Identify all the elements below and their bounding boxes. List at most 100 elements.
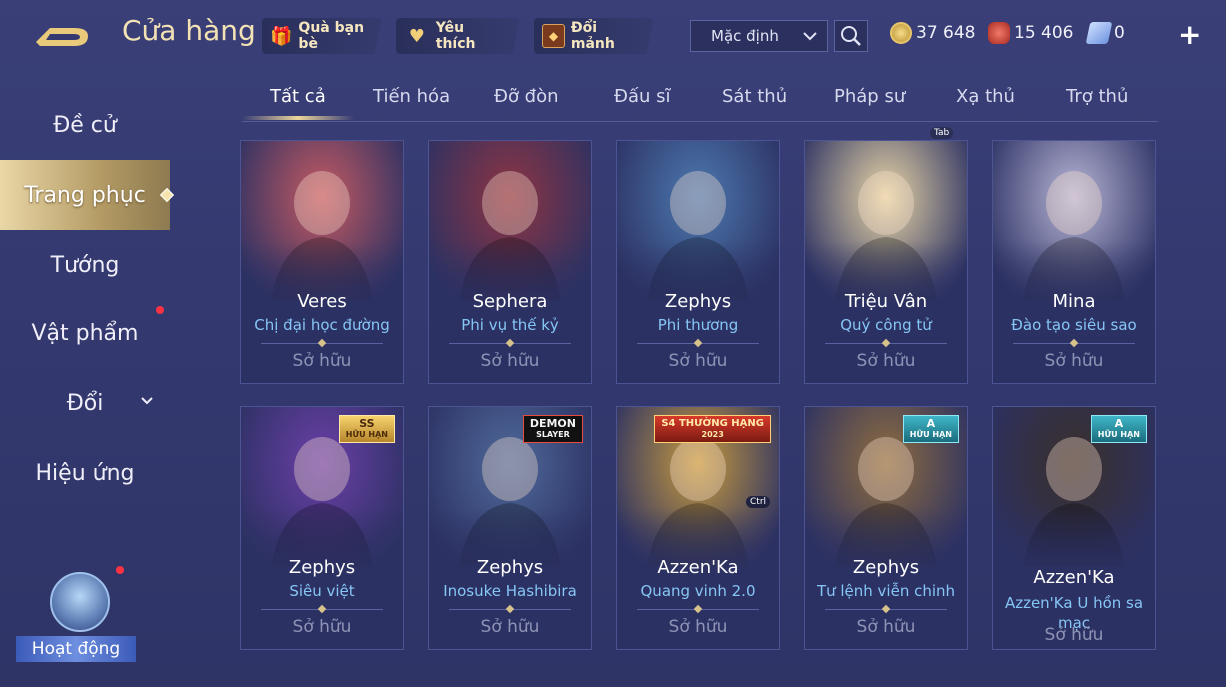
tab-fighter[interactable]: Đấu sĩ [614,86,671,107]
sidebar-item-label: Vật phẩm [31,320,139,346]
skin-card[interactable]: Zephys Phi thương Sở hữu [616,140,780,384]
sidebar-item-items[interactable]: Vật phẩm [0,298,170,368]
skin-card[interactable]: Sephera Phi vụ thế kỷ Sở hữu [428,140,592,384]
skin-grid: Veres Chị đại học đường Sở hữu Sephera Phi v… [240,140,1160,687]
gift-icon: 🎁 [270,25,293,47]
sidebar-item-featured[interactable]: Đề cử [0,90,170,160]
search-button[interactable] [834,20,868,52]
badge-line: SLAYER [536,430,570,439]
skin-name: Chị đại học đường [254,316,390,334]
search-icon [841,26,861,46]
skin-card[interactable]: A HỮU HẠN Zephys Tư lệnh viễn chinh Sở hữu [804,406,968,650]
ownership-status: Sở hữu [1044,625,1104,645]
voucher-card-icon [1085,22,1113,44]
tab-evolution[interactable]: Tiến hóa [373,86,450,107]
ruby-gem-icon [988,22,1010,44]
card-divider [261,343,383,344]
skin-name: Phi vụ thế kỷ [461,316,559,334]
card-divider [637,609,759,610]
favorites-button[interactable]: ♥ Yêu thích [396,18,520,54]
skin-name: Inosuke Hashibira [443,582,577,600]
badge-line: A [926,417,936,430]
notification-dot [156,306,164,314]
sidebar-item-effects[interactable]: Hiệu ứng [0,438,170,508]
skin-name: Quang vinh 2.0 [640,582,756,600]
friend-gifts-button[interactable]: 🎁 Quà bạn bè [262,18,382,54]
hero-name: Zephys [664,291,732,312]
skin-tier-badge: A HỮU HẠN [902,415,959,443]
skin-card[interactable]: Veres Chị đại học đường Sở hữu [240,140,404,384]
card-divider [449,343,571,344]
skin-card[interactable]: Mina Đào tạo siêu sao Sở hữu [992,140,1156,384]
ownership-status: Sở hữu [668,351,728,371]
active-diamond-icon [159,187,175,203]
tab-support[interactable]: Trợ thủ [1066,86,1128,107]
skin-name: Đào tạo siêu sao [1011,316,1137,334]
tab-assassin[interactable]: Sát thủ [722,86,787,107]
sidebar-item-label: Đổi [66,390,104,416]
page-title: Cửa hàng [122,14,256,47]
skin-name: Siêu việt [289,582,355,600]
ownership-status: Sở hữu [856,351,916,371]
card-divider [825,609,947,610]
ownership-status: Sở hữu [292,617,352,637]
sidebar-item-label: Trang phục [24,182,146,208]
skin-name: Phi thương [657,316,739,334]
hero-name: Zephys [288,557,356,578]
skin-tier-badge: A HỮU HẠN [1090,415,1147,443]
ownership-status: Sở hữu [668,617,728,637]
tab-all[interactable]: Tất cả [270,86,326,107]
skin-card[interactable]: S4 THƯỜNG HẠNG 2023 Azzen'Ka Quang vinh 2.0… [616,406,780,650]
sidebar-item-label: Hiệu ứng [35,460,135,486]
sidebar-item-skins[interactable]: Trang phục [0,160,175,230]
tab-marksman[interactable]: Xạ thủ [956,86,1015,107]
ownership-status: Sở hữu [1044,351,1104,371]
gold-currency: 37 648 [890,22,975,44]
sidebar-item-label: Đề cử [53,112,117,138]
skin-card[interactable]: A HỮU HẠN Azzen'Ka Azzen'Ka U hồn sa mạc Sở … [992,406,1156,650]
add-currency-button[interactable]: + [1178,18,1201,51]
notification-dot [116,566,124,574]
chevron-down-icon [140,394,154,412]
activity-button[interactable]: Hoạt động [16,566,136,664]
hero-name: Zephys [476,557,544,578]
sidebar-item-exchange[interactable]: Đổi [0,368,170,438]
ownership-status: Sở hữu [480,351,540,371]
skin-tier-badge: DEMON SLAYER [522,415,583,443]
sort-selected-value: Mặc định [711,27,779,45]
hero-name: Sephera [472,291,548,312]
badge-line: HỮU HẠN [909,430,952,439]
tab-mage[interactable]: Pháp sư [834,86,905,107]
hero-name: Zephys [852,557,920,578]
sidebar-item-label: Tướng [50,252,120,278]
ruby-currency: 15 406 [988,22,1073,44]
tab-tank[interactable]: Đỡ đòn [494,86,559,107]
voucher-amount: 0 [1114,23,1125,43]
skin-name: Quý công tử [840,316,932,334]
skin-card[interactable]: Triệu Vân Quý công tử Sở hữu [804,140,968,384]
card-divider [825,343,947,344]
voucher-currency: 0 [1085,22,1125,44]
ownership-status: Sở hữu [480,617,540,637]
badge-line: S4 THƯỜNG HẠNG [661,418,764,429]
exchange-shards-button[interactable]: ◆ Đổi mảnh [534,18,654,54]
tab-key-hint: Tab [930,127,954,139]
skin-card[interactable]: DEMON SLAYER Zephys Inosuke Hashibira Sở hữu [428,406,592,650]
badge-line: 2023 [701,430,724,439]
sidebar-item-heroes[interactable]: Tướng [0,230,170,300]
hero-name: Triệu Vân [844,291,928,312]
gold-amount: 37 648 [916,23,976,43]
friend-gifts-label: Quà bạn bè [298,20,365,52]
hero-name: Veres [297,291,347,312]
skin-card[interactable]: SS HỮU HẠN Zephys Siêu việt Sở hữu [240,406,404,650]
ctrl-key-hint: Ctrl [746,496,771,508]
card-divider [449,609,571,610]
card-divider [261,609,383,610]
back-button[interactable] [30,18,94,52]
sort-dropdown[interactable]: Mặc định [690,20,828,52]
hero-name: Azzen'Ka [657,557,739,578]
card-divider [1013,343,1135,344]
skin-tier-badge: SS HỮU HẠN [338,415,395,443]
category-tabs: Tất cả Tiến hóa Đỡ đòn Đấu sĩ Sát thủ Ph… [242,80,1158,122]
badge-line: DEMON [529,417,576,430]
